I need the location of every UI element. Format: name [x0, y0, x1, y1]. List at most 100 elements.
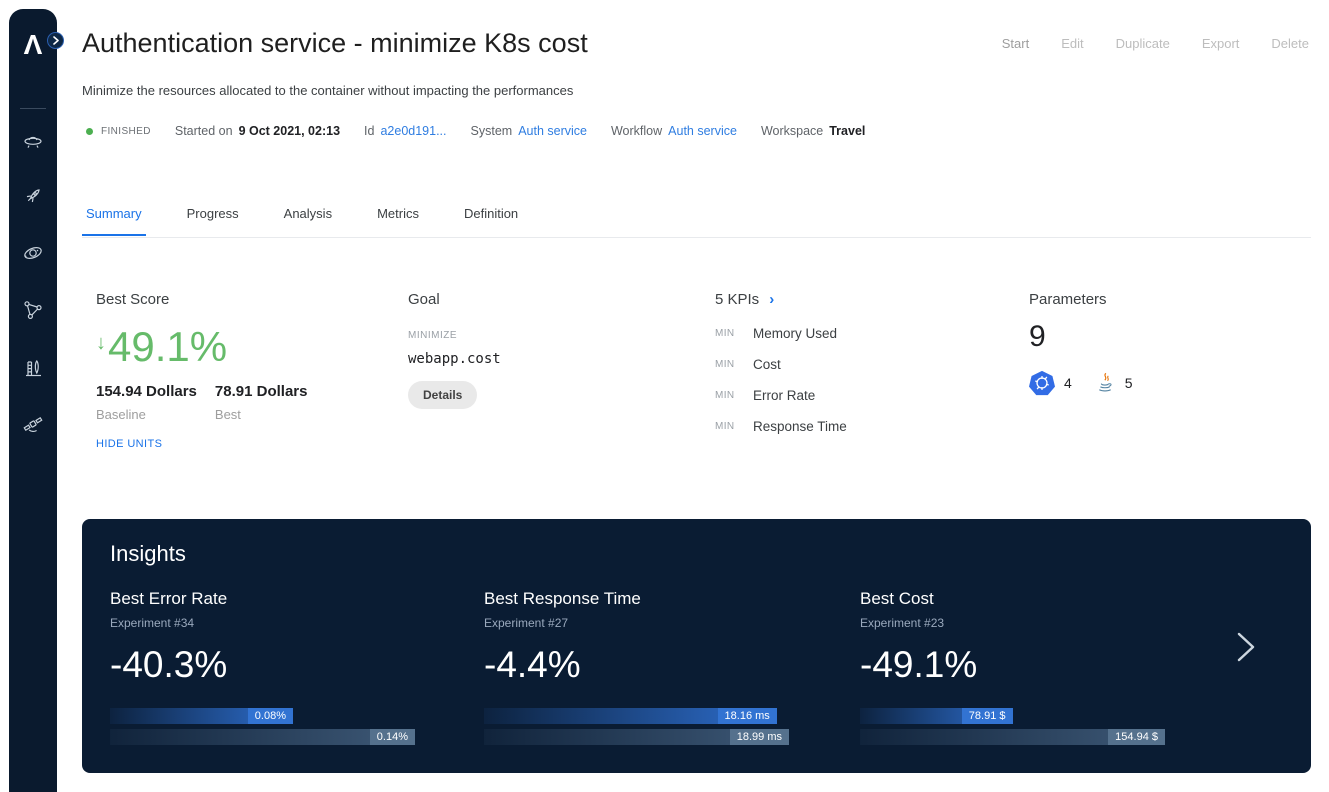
insights-next-button[interactable]	[1233, 631, 1259, 663]
tab-metrics[interactable]: Metrics	[373, 206, 423, 236]
best-score: 78.91 Dollars Best	[215, 383, 308, 422]
chevron-right-icon	[52, 36, 60, 45]
best-bar: 78.91 $	[860, 708, 1013, 724]
parameters-breakdown: 4 5	[1029, 370, 1309, 396]
baseline-bar: 154.94 $	[860, 729, 1165, 745]
insight-value: -4.4%	[484, 644, 804, 686]
duplicate-button[interactable]: Duplicate	[1116, 36, 1170, 51]
tab-summary[interactable]: Summary	[82, 206, 146, 236]
started-on: Started on 9 Oct 2021, 02:13	[175, 124, 340, 138]
page-title: Authentication service - minimize K8s co…	[82, 28, 588, 59]
workflow: Workflow Auth service	[611, 124, 737, 138]
workspace-value: Travel	[829, 124, 865, 138]
insight-value: -49.1%	[860, 644, 1180, 686]
sidebar: Λ	[9, 9, 57, 792]
baseline-bar-value: 154.94 $	[1108, 729, 1165, 745]
page-subtitle: Minimize the resources allocated to the …	[82, 83, 573, 98]
baseline-bar-value: 0.14%	[370, 729, 415, 745]
status-state: FINISHED	[86, 126, 151, 137]
experiment-label: Experiment #27	[484, 616, 804, 630]
kpis-section: 5 KPIs › MIN Memory Used MIN Cost MIN Er…	[715, 291, 1005, 450]
decrease-arrow-icon: ↓	[96, 332, 106, 355]
parameters-section: Parameters 9 4	[1029, 291, 1309, 396]
kubernetes-count: 4	[1064, 375, 1072, 391]
insights-title: Insights	[110, 541, 186, 567]
status-row: FINISHED Started on 9 Oct 2021, 02:13 Id…	[86, 124, 865, 138]
start-button[interactable]: Start	[1002, 36, 1029, 51]
kpi-row: MIN Response Time	[715, 419, 1005, 434]
kpi-list: MIN Memory Used MIN Cost MIN Error Rate …	[715, 326, 1005, 434]
started-value: 9 Oct 2021, 02:13	[239, 124, 340, 138]
satellite-icon[interactable]	[21, 412, 45, 436]
best-bar-value: 0.08%	[248, 708, 293, 724]
launchpad-icon[interactable]	[21, 355, 45, 379]
best-bar-value: 78.91 $	[962, 708, 1013, 724]
java-parameters: 5	[1094, 371, 1133, 395]
tabs-divider	[82, 237, 1311, 238]
best-bar: 18.16 ms	[484, 708, 777, 724]
kubernetes-parameters: 4	[1029, 370, 1072, 396]
ufo-icon[interactable]	[21, 127, 45, 151]
insight-value: -40.3%	[110, 644, 430, 686]
tab-analysis[interactable]: Analysis	[280, 206, 336, 236]
kubernetes-icon	[1029, 370, 1055, 396]
baseline-bar-value: 18.99 ms	[730, 729, 789, 745]
goal-details-button[interactable]: Details	[408, 381, 477, 409]
hide-units-link[interactable]: HIDE UNITS	[96, 438, 396, 450]
sidebar-nav	[9, 127, 57, 436]
comparison-bars: 18.16 ms 18.99 ms	[484, 708, 789, 745]
best-bar-value: 18.16 ms	[718, 708, 777, 724]
insight-card-best-error-rate: Best Error Rate Experiment #34 -40.3% 0.…	[110, 589, 430, 750]
chevron-right-icon	[1233, 631, 1259, 663]
tab-definition[interactable]: Definition	[460, 206, 522, 236]
tab-progress[interactable]: Progress	[183, 206, 243, 236]
sidebar-divider	[20, 108, 46, 109]
status-label: FINISHED	[101, 126, 151, 137]
system-link[interactable]: Auth service	[518, 124, 587, 138]
network-icon[interactable]	[21, 298, 45, 322]
best-score-heading: Best Score	[96, 291, 396, 308]
study-summary-page: Λ	[0, 0, 1329, 792]
insight-card-best-cost: Best Cost Experiment #23 -49.1% 78.91 $ …	[860, 589, 1180, 750]
best-bar: 0.08%	[110, 708, 293, 724]
kpi-row: MIN Error Rate	[715, 388, 1005, 403]
study-id-link[interactable]: a2e0d191...	[380, 124, 446, 138]
kpi-row: MIN Memory Used	[715, 326, 1005, 341]
tab-bar: Summary Progress Analysis Metrics Defini…	[82, 206, 522, 236]
orbit-icon[interactable]	[21, 241, 45, 265]
sidebar-expand-button[interactable]	[47, 32, 64, 49]
status-dot-icon	[86, 128, 93, 135]
best-score-value: ↓ 49.1%	[96, 323, 396, 371]
workflow-link[interactable]: Auth service	[668, 124, 737, 138]
score-values: 154.94 Dollars Baseline 78.91 Dollars Be…	[96, 383, 396, 422]
baseline-score: 154.94 Dollars Baseline	[96, 383, 197, 422]
goal-direction: MINIMIZE	[408, 330, 698, 341]
baseline-bar: 18.99 ms	[484, 729, 789, 745]
comparison-bars: 78.91 $ 154.94 $	[860, 708, 1165, 745]
best-score-section: Best Score ↓ 49.1% 154.94 Dollars Baseli…	[96, 291, 396, 450]
goal-heading: Goal	[408, 291, 698, 308]
insight-card-best-response-time: Best Response Time Experiment #27 -4.4% …	[484, 589, 804, 750]
goal-target: webapp.cost	[408, 351, 698, 367]
study-id: Id a2e0d191...	[364, 124, 446, 138]
experiment-label: Experiment #23	[860, 616, 1180, 630]
workspace: Workspace Travel	[761, 124, 865, 138]
insights-panel: Insights Best Error Rate Experiment #34 …	[82, 519, 1311, 773]
comparison-bars: 0.08% 0.14%	[110, 708, 415, 745]
edit-button[interactable]: Edit	[1061, 36, 1083, 51]
parameters-count: 9	[1029, 320, 1309, 354]
system: System Auth service	[471, 124, 587, 138]
kpis-chevron-icon[interactable]: ›	[769, 292, 774, 307]
kpis-heading: 5 KPIs	[715, 291, 759, 308]
parameters-heading: Parameters	[1029, 291, 1309, 308]
delete-button[interactable]: Delete	[1271, 36, 1309, 51]
rocket-icon[interactable]	[21, 184, 45, 208]
java-count: 5	[1125, 375, 1133, 391]
experiment-label: Experiment #34	[110, 616, 430, 630]
export-button[interactable]: Export	[1202, 36, 1240, 51]
header-actions: Start Edit Duplicate Export Delete	[1002, 36, 1309, 51]
baseline-bar: 0.14%	[110, 729, 415, 745]
java-icon	[1094, 371, 1116, 395]
kpi-row: MIN Cost	[715, 357, 1005, 372]
goal-section: Goal MINIMIZE webapp.cost Details	[408, 291, 698, 409]
